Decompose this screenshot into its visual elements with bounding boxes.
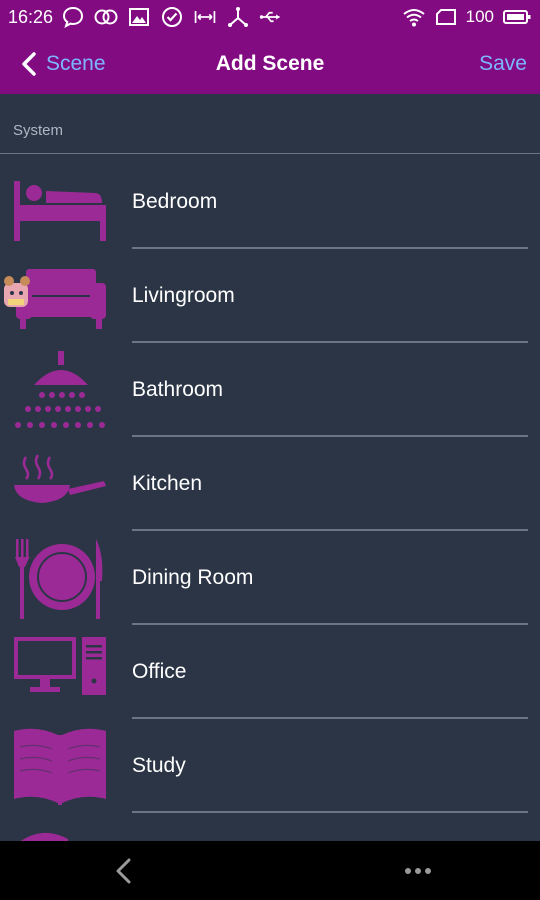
list-item-label: Livingroom bbox=[132, 284, 235, 307]
computer-icon bbox=[14, 637, 106, 695]
linked-circles-icon bbox=[94, 5, 118, 29]
list-item-label: Study bbox=[132, 754, 186, 777]
back-button[interactable]: Scene bbox=[20, 34, 106, 94]
shower-icon bbox=[15, 351, 105, 428]
plate-cutlery-icon bbox=[15, 539, 103, 619]
section-header: System bbox=[0, 94, 540, 154]
status-bar: 16:26 100 bbox=[0, 0, 540, 34]
more-dots-icon[interactable] bbox=[398, 851, 438, 891]
status-notification-icons bbox=[61, 5, 283, 29]
floating-toy-icon bbox=[4, 276, 30, 307]
navigation-bar bbox=[0, 841, 540, 900]
image-icon bbox=[127, 5, 151, 29]
list-item-study[interactable]: Study bbox=[0, 719, 540, 813]
tripod-icon bbox=[226, 5, 250, 29]
list-item-label: Bathroom bbox=[132, 378, 224, 401]
back-label: Scene bbox=[46, 52, 106, 75]
sim-icon bbox=[434, 5, 458, 29]
battery-percentage: 100 bbox=[465, 7, 494, 26]
chevron-left-icon bbox=[20, 51, 38, 77]
list-item-label: Dining Room bbox=[132, 566, 254, 589]
list-item-label: Bedroom bbox=[132, 190, 218, 213]
status-time: 16:26 bbox=[8, 6, 54, 27]
list-item-bathroom[interactable]: Bathroom bbox=[0, 343, 540, 437]
list-item-livingroom[interactable]: Livingroom bbox=[0, 249, 540, 343]
status-system-icons: 100 bbox=[402, 0, 532, 34]
bluetooth-range-icon bbox=[193, 5, 217, 29]
app-bar: Scene Add Scene Save bbox=[0, 34, 540, 94]
list-item-partial[interactable] bbox=[0, 813, 540, 841]
check-circle-icon bbox=[160, 5, 184, 29]
list-item-label: Office bbox=[132, 660, 187, 683]
usb-icon bbox=[259, 5, 283, 29]
wifi-icon bbox=[402, 5, 426, 29]
back-chevron-icon[interactable] bbox=[104, 851, 144, 891]
battery-icon bbox=[502, 5, 532, 29]
partial-icon bbox=[21, 833, 68, 841]
section-label: System bbox=[13, 122, 64, 139]
frying-pan-icon bbox=[14, 454, 106, 503]
save-button[interactable]: Save bbox=[479, 34, 527, 94]
chat-bubble-icon bbox=[61, 5, 85, 29]
list-item-bedroom[interactable]: Bedroom bbox=[0, 155, 540, 249]
list-item-label: Kitchen bbox=[132, 472, 203, 495]
list-item-office[interactable]: Office bbox=[0, 625, 540, 719]
bed-icon bbox=[14, 181, 106, 241]
list-item-kitchen[interactable]: Kitchen bbox=[0, 437, 540, 531]
list-item-dining-room[interactable]: Dining Room bbox=[0, 531, 540, 625]
book-icon bbox=[14, 728, 106, 805]
scene-list[interactable]: Bedroom Livingroom Bathroom Kitchen Dini… bbox=[0, 155, 540, 841]
